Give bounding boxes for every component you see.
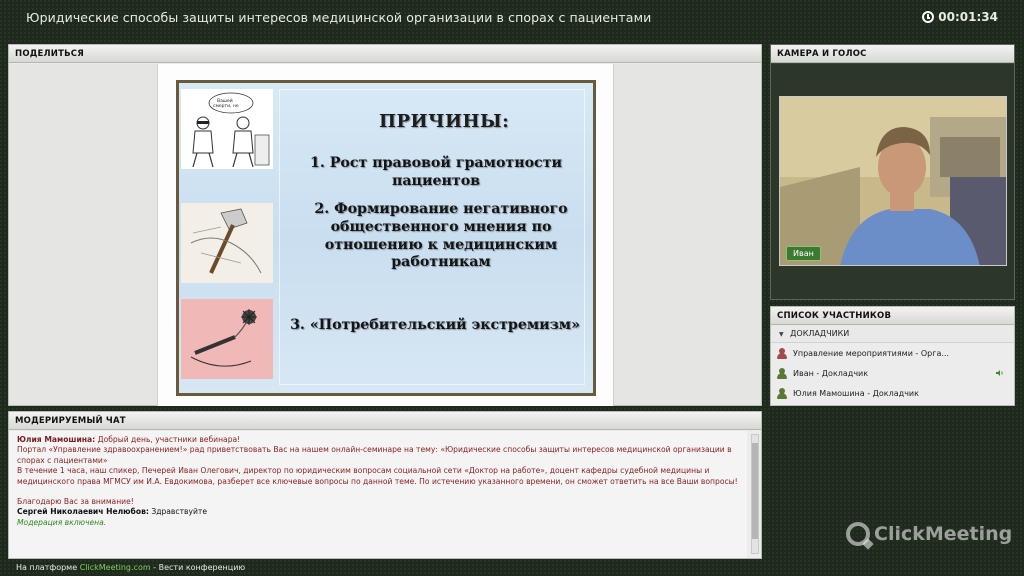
participants-panel: СПИСОК УЧАСТНИКОВ ▼ ДОКЛАДЧИКИ Управлени… (770, 306, 1015, 406)
slide-frame: Вашей смерти, не ПРИЧИНЫ: 1. Рост правов… (176, 80, 596, 396)
camera-panel-header: КАМЕРА И ГОЛОС (771, 45, 1014, 63)
presentation-slide: Вашей смерти, не ПРИЧИНЫ: 1. Рост правов… (157, 64, 614, 406)
participant-name: Управление мероприятиями - Орга... (793, 348, 949, 358)
participant-name: Иван - Докладчик (793, 368, 869, 378)
participant-row[interactable]: Управление мероприятиями - Орга... (771, 343, 1014, 363)
slide-title: ПРИЧИНЫ: (379, 111, 510, 132)
participant-row[interactable]: Юлия Мамошина - Докладчик (771, 383, 1014, 403)
user-red-icon (777, 347, 787, 359)
svg-text:Вашей: Вашей (217, 97, 233, 104)
group-label: ДОКЛАДЧИКИ (790, 329, 850, 338)
timer: 00:01:34 (922, 10, 998, 24)
camera-area: Иван (771, 64, 1014, 299)
timer-value: 00:01:34 (938, 10, 998, 24)
chat-author: Юлия Мамошина: (17, 435, 96, 444)
share-panel: ПОДЕЛИТЬСЯ Вашей смерти, не ПРИЧИНЫ: 1. … (8, 44, 762, 406)
footer: На платформе ClickMeeting.com - Вести ко… (16, 563, 245, 572)
share-panel-header: ПОДЕЛИТЬСЯ (9, 45, 761, 63)
participants-panel-header: СПИСОК УЧАСТНИКОВ (771, 307, 1014, 325)
chat-scrollbar[interactable] (751, 434, 759, 554)
chat-panel: МОДЕРИРУЕМЫЙ ЧАТ Юлия Мамошина: Добрый д… (8, 411, 762, 559)
chat-text: Портал «Управление здравоохранением!» ра… (17, 445, 732, 465)
chat-scrollbar-thumb[interactable] (752, 443, 758, 539)
chat-text: Здравствуйте (148, 507, 208, 517)
chat-panel-header: МОДЕРИРУЕМЫЙ ЧАТ (9, 412, 761, 430)
collapse-arrow-icon: ▼ (779, 331, 784, 338)
share-area: Вашей смерти, не ПРИЧИНЫ: 1. Рост правов… (9, 64, 761, 406)
slide-item-1: 1. Рост правовой грамотности пациентов (309, 155, 563, 189)
footer-prefix: На платформе (16, 563, 80, 572)
slide-item-3: 3. «Потребительский экстремизм» (290, 317, 580, 333)
participant-row[interactable]: Иван - Докладчик (771, 363, 1014, 383)
axe-image (181, 203, 273, 283)
flail-image (181, 299, 273, 379)
participants-group-speakers[interactable]: ▼ ДОКЛАДЧИКИ (771, 325, 1014, 343)
footer-suffix: - Вести конференцию (150, 563, 246, 572)
chat-text: Добрый день, участники вебинара! (95, 435, 241, 444)
chat-text: В течение 1 часа, наш спикер, Печерей Ив… (17, 466, 738, 486)
moderation-status: Модерация включена. (17, 517, 107, 527)
user-green-icon (777, 387, 787, 399)
clickmeeting-logo-icon (846, 522, 870, 546)
top-bar: Юридические способы защиты интересов мед… (0, 0, 1024, 34)
footer-link[interactable]: ClickMeeting.com (80, 563, 151, 572)
webinar-title: Юридические способы защиты интересов мед… (26, 9, 652, 25)
cartoon-image: Вашей смерти, не (181, 89, 273, 169)
chat-text: Благодарю Вас за внимание! (17, 497, 134, 507)
speaker-icon (996, 370, 1003, 376)
logo-text: ClickMeeting (874, 523, 1013, 545)
clock-icon (922, 11, 935, 23)
camera-panel: КАМЕРА И ГОЛОС Иван (770, 44, 1015, 300)
speaker-video[interactable]: Иван (779, 96, 1007, 266)
video-name-tag: Иван (786, 246, 821, 261)
user-green-icon (777, 367, 787, 379)
chat-author: Сергей Николаевич Нелюбов: (17, 507, 149, 517)
chat-messages: Юлия Мамошина: Добрый день, участники ве… (9, 431, 747, 558)
chat-message: Сергей Николаевич Нелюбов: Здравствуйте (17, 507, 739, 517)
clickmeeting-logo: ClickMeeting (846, 522, 1012, 546)
svg-text:смерти, не: смерти, не (213, 104, 239, 109)
chat-message: Юлия Мамошина: Добрый день, участники ве… (17, 435, 739, 507)
slide-item-2: 2. Формирование негативного общественног… (314, 201, 568, 271)
participant-name: Юлия Мамошина - Докладчик (793, 388, 919, 398)
